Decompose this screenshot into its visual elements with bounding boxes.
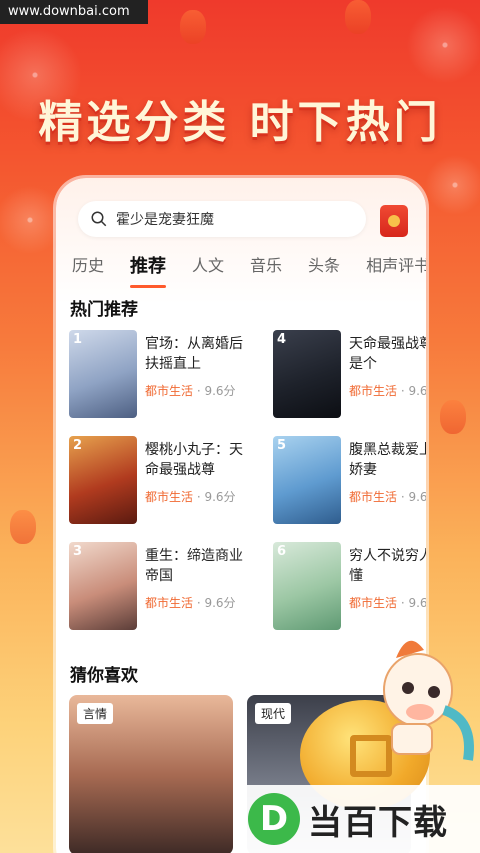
headline: 精选分类 时下热门	[38, 97, 442, 148]
rank-number: 3	[73, 544, 83, 559]
book-cover: 4	[273, 330, 341, 418]
book-meta: 都市生活 · 9.6分	[145, 596, 236, 610]
tab-recommend[interactable]: 推荐	[130, 252, 167, 288]
book-item[interactable]: 5 腹黑总裁爱上 娇妻 都市生活 · 9.6	[273, 436, 426, 528]
red-packet-icon[interactable]	[380, 205, 408, 237]
brand-logo: D 当百下载	[236, 785, 480, 853]
watermark: www.downbai.com	[0, 0, 148, 24]
book-item[interactable]: 4 天命最强战尊 是个 都市生活 · 9.6	[273, 330, 426, 422]
lantern-decoration	[345, 0, 371, 34]
genre-tag: 言情	[77, 703, 114, 724]
book-meta: 都市生活 · 9.6	[349, 596, 426, 610]
book-title: 樱桃小丸子：天 命最强战尊	[145, 442, 243, 478]
recommend-card[interactable]: 言情	[69, 695, 233, 853]
logo-mark: D	[248, 793, 300, 845]
lantern-decoration	[180, 10, 206, 44]
book-cover: 5	[273, 436, 341, 524]
tab-history[interactable]: 历史	[72, 252, 104, 282]
like-section-title: 猜你喜欢	[70, 666, 138, 686]
search-bar[interactable]: 霍少是宠妻狂魔	[78, 201, 366, 237]
book-item[interactable]: 3 重生：缔造商业 帝国 都市生活 · 9.6分	[69, 542, 274, 634]
book-title: 官场：从离婚后 扶摇直上	[145, 336, 243, 372]
hot-section-title: 热门推荐	[70, 300, 138, 320]
book-cover: 6	[273, 542, 341, 630]
book-item[interactable]: 1 官场：从离婚后 扶摇直上 都市生活 · 9.6分	[69, 330, 274, 422]
book-item[interactable]: 2 樱桃小丸子：天 命最强战尊 都市生活 · 9.6分	[69, 436, 274, 528]
book-meta: 都市生活 · 9.6分	[145, 490, 236, 504]
tab-humanities[interactable]: 人文	[192, 252, 224, 282]
book-meta: 都市生活 · 9.6分	[145, 384, 236, 398]
book-meta: 都市生活 · 9.6	[349, 384, 426, 398]
book-cover: 1	[69, 330, 137, 418]
rank-number: 6	[277, 544, 287, 559]
book-cover: 2	[69, 436, 137, 524]
book-title: 穷人不说穷人懂	[349, 548, 426, 584]
category-tabs: 历史 推荐 人文 音乐 头条 相声评书	[72, 252, 426, 288]
firework-decoration	[420, 150, 480, 220]
book-meta: 都市生活 · 9.6	[349, 490, 426, 504]
rank-number: 4	[277, 332, 287, 347]
tab-music[interactable]: 音乐	[250, 252, 282, 282]
rank-number: 2	[73, 438, 83, 453]
logo-text: 当百下载	[308, 802, 448, 843]
rank-number: 1	[73, 332, 83, 347]
lantern-decoration	[10, 510, 36, 544]
tab-headlines[interactable]: 头条	[308, 252, 340, 282]
firework-decoration	[400, 0, 480, 90]
horse-mascot-icon	[383, 640, 474, 761]
search-icon	[91, 211, 107, 227]
book-title: 重生：缔造商业 帝国	[145, 548, 243, 584]
lantern-decoration	[440, 400, 466, 434]
book-title: 腹黑总裁爱上 娇妻	[349, 442, 426, 478]
genre-tag: 现代	[255, 703, 292, 724]
book-title: 天命最强战尊 是个	[349, 336, 426, 372]
rank-number: 5	[277, 438, 287, 453]
book-cover: 3	[69, 542, 137, 630]
search-query: 霍少是宠妻狂魔	[116, 212, 214, 228]
tab-crosstalk[interactable]: 相声评书	[366, 252, 426, 282]
